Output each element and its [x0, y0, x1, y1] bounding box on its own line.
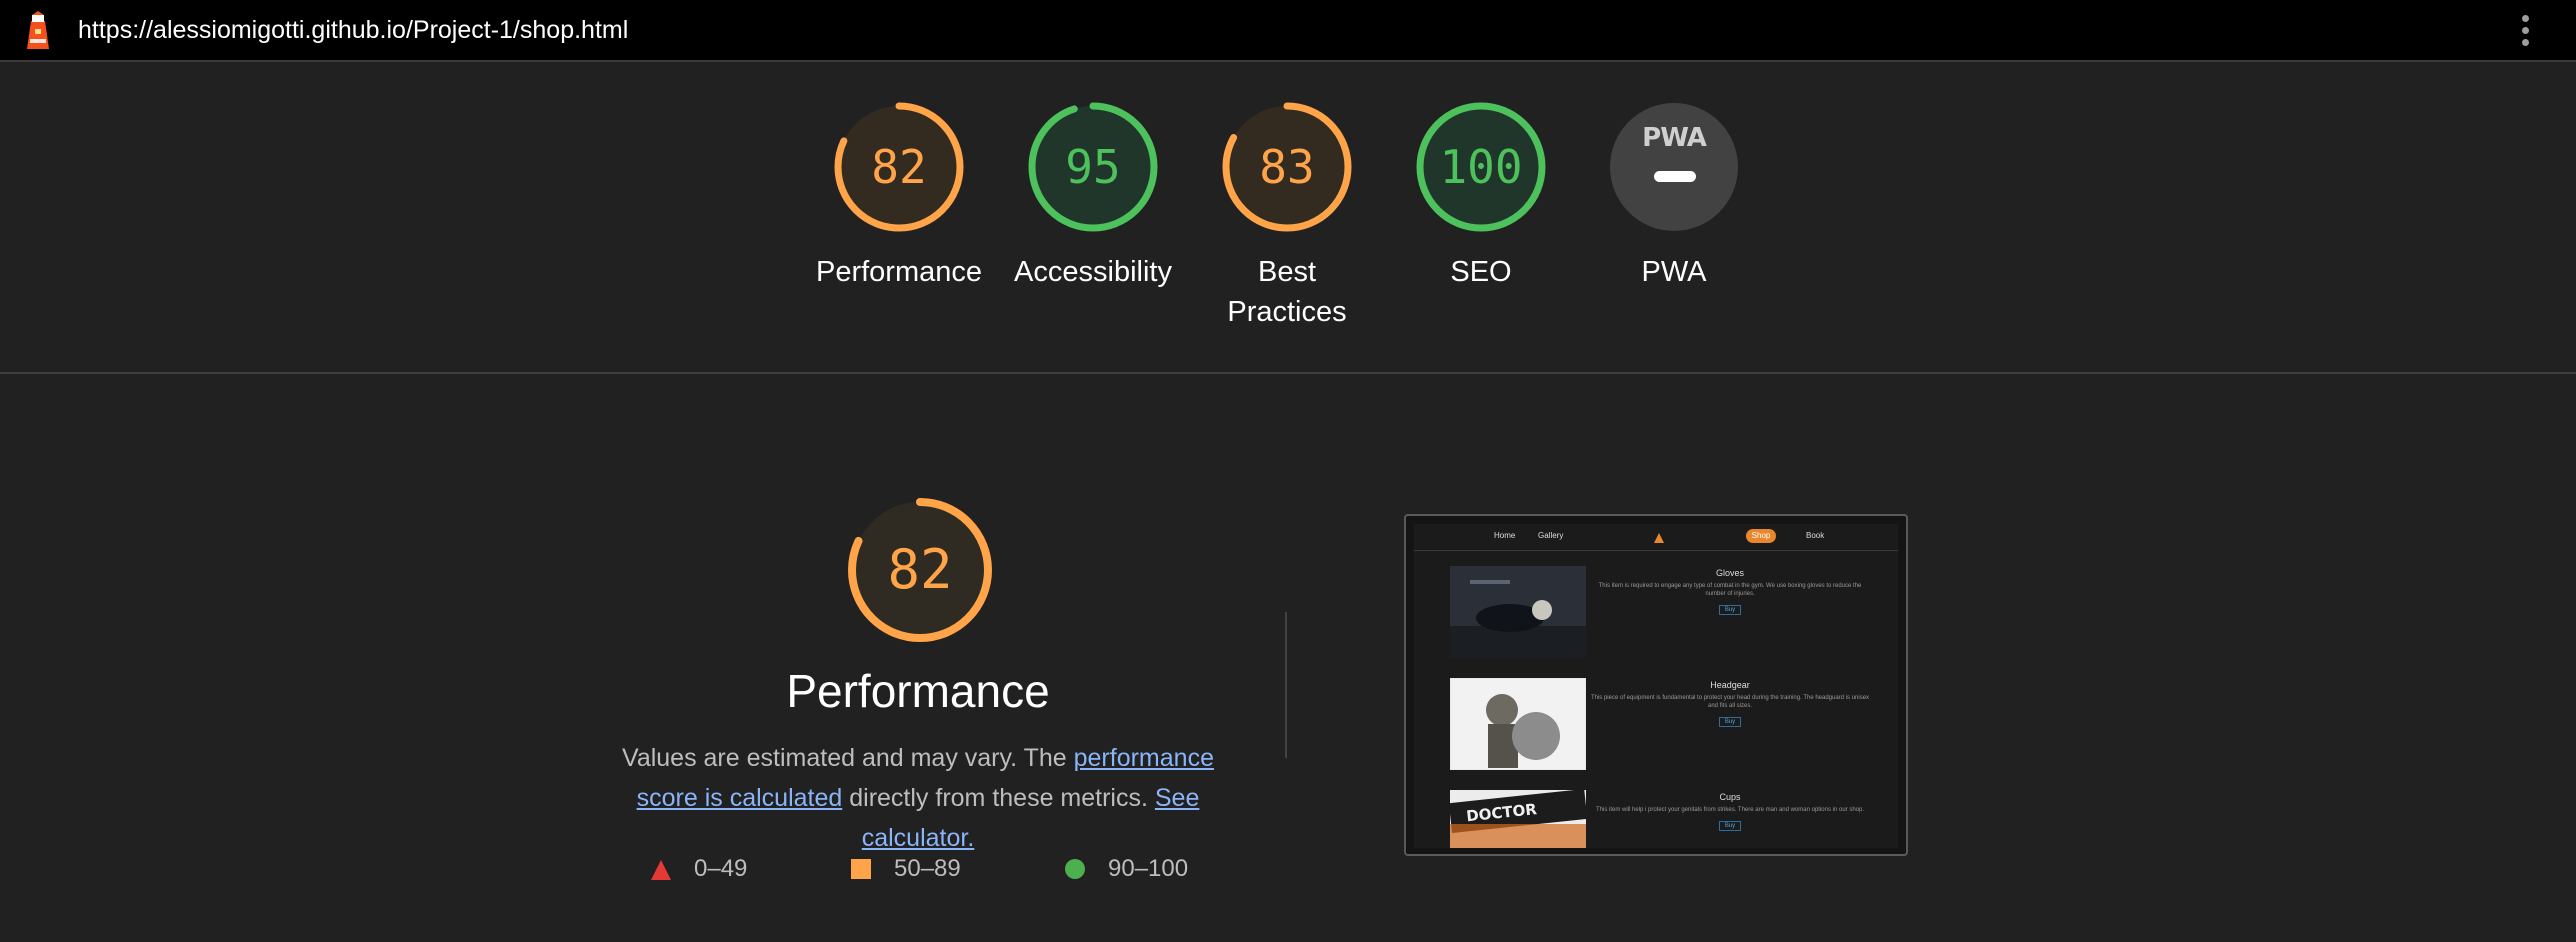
- page-url[interactable]: https://alessiomigotti.github.io/Project…: [78, 16, 628, 45]
- buy-button: Buy: [1718, 605, 1742, 615]
- section-divider: [0, 372, 2576, 374]
- shop-item: Headgear This piece of equipment is fund…: [1450, 678, 1870, 770]
- screenshot-nav: Home Gallery Shop Book: [1414, 524, 1898, 551]
- buy-button: Buy: [1718, 821, 1742, 831]
- cups-photo: DOCTOR: [1450, 790, 1586, 848]
- performance-gauge: 82: [845, 495, 995, 645]
- vertical-divider: [1285, 612, 1287, 758]
- gauge-label-performance[interactable]: Performance: [799, 252, 999, 292]
- gauge-score: 95: [1065, 140, 1121, 194]
- item-text: This item is required to engage any type…: [1598, 583, 1862, 597]
- gauge-label-best-practices[interactable]: Best Practices: [1217, 252, 1357, 332]
- screenshot-content: Home Gallery Shop Book Gloves This item …: [1414, 524, 1898, 848]
- headgear-photo: [1450, 678, 1586, 770]
- performance-title: Performance: [786, 665, 1050, 717]
- desc-prefix: Values are estimated and may vary. The: [622, 744, 1067, 772]
- item-title: Cups: [1719, 792, 1741, 802]
- square-icon: [851, 859, 871, 879]
- legend-range: 50–89: [894, 855, 961, 882]
- nav-gallery: Gallery: [1538, 531, 1564, 540]
- performance-score: 82: [887, 538, 953, 601]
- gauge-score: 83: [1259, 140, 1315, 194]
- item-text: This item will help i protect your genit…: [1595, 807, 1864, 813]
- circle-icon: [1065, 859, 1085, 879]
- score-gauge-performance[interactable]: 82: [834, 102, 964, 232]
- gym-logo-icon: [1654, 533, 1664, 543]
- item-title: Gloves: [1715, 568, 1744, 578]
- triangle-icon: [651, 860, 671, 880]
- nav-shop: Shop: [1746, 529, 1776, 543]
- gauge-label-pwa[interactable]: PWA: [1574, 252, 1774, 292]
- score-gauge-accessibility[interactable]: 95: [1028, 102, 1158, 232]
- nav-book: Book: [1806, 531, 1825, 540]
- legend-range: 90–100: [1108, 855, 1189, 882]
- score-gauge-seo[interactable]: 100: [1416, 102, 1546, 232]
- item-text: This piece of equipment is fundamental t…: [1590, 695, 1870, 709]
- item-title: Headgear: [1710, 680, 1750, 690]
- desc-middle: directly from these metrics.: [849, 784, 1148, 812]
- pwa-dash-icon: [1654, 171, 1696, 182]
- gauge-label-seo[interactable]: SEO: [1381, 252, 1581, 292]
- legend-range: 0–49: [694, 855, 748, 882]
- gauge-score: 100: [1439, 140, 1523, 194]
- gauge-label-accessibility[interactable]: Accessibility: [993, 252, 1193, 292]
- pwa-badge-text: PWA: [1642, 123, 1707, 153]
- shop-item: Gloves This item is required to engage a…: [1450, 566, 1870, 658]
- score-gauge-best-practices[interactable]: 83: [1222, 102, 1352, 232]
- nav-home: Home: [1494, 531, 1516, 540]
- lighthouse-icon: [27, 11, 49, 49]
- gloves-photo: [1450, 566, 1586, 658]
- performance-description: Values are estimated and may vary. The p…: [588, 738, 1248, 858]
- shop-item: DOCTOR Cups This item will help i protec…: [1450, 790, 1870, 854]
- gauge-score: 82: [871, 140, 927, 194]
- page-screenshot[interactable]: Home Gallery Shop Book Gloves This item …: [1404, 514, 1908, 856]
- kebab-menu-icon[interactable]: [2516, 12, 2534, 52]
- report-header: https://alessiomigotti.github.io/Project…: [0, 0, 2576, 62]
- buy-button: Buy: [1718, 717, 1742, 727]
- pwa-badge[interactable]: PWA: [1610, 103, 1738, 231]
